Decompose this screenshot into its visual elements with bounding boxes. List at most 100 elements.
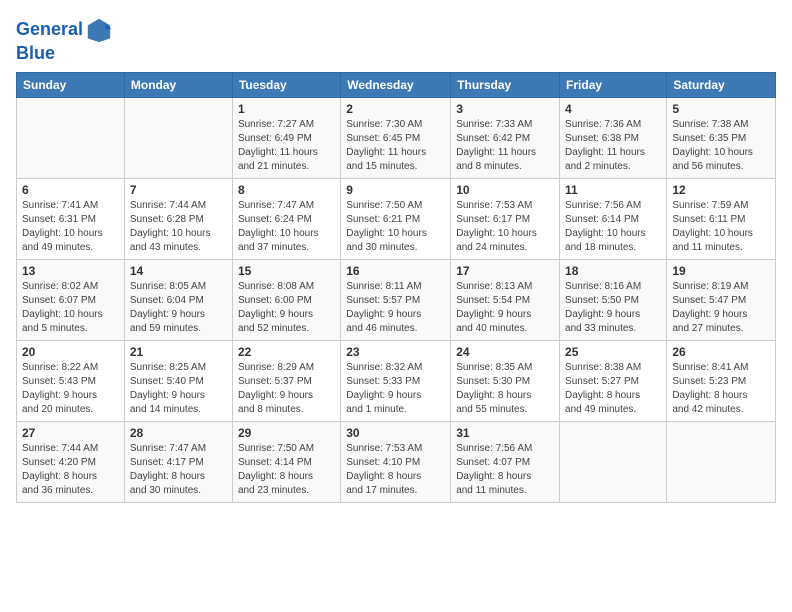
calendar-cell <box>667 421 776 502</box>
calendar-body: 1Sunrise: 7:27 AMSunset: 6:49 PMDaylight… <box>17 97 776 502</box>
calendar-cell: 11Sunrise: 7:56 AMSunset: 6:14 PMDayligh… <box>560 178 667 259</box>
calendar-cell: 24 Sunrise: 8:35 AMSunset: 5:30 PMDayligh… <box>451 340 560 421</box>
day-info: Sunrise: 7:36 AMSunset: 6:38 PMDaylight:… <box>565 118 661 174</box>
day-header-friday: Friday <box>560 72 667 97</box>
day-number: 7 <box>130 183 227 197</box>
day-info: Sunrise: 8:25 AMSunset: 5:40 PMDaylight:… <box>130 361 227 417</box>
day-number: 18 <box>565 264 661 278</box>
day-number: 24 <box>456 345 554 359</box>
day-info: Sunrise: 8:41 AMSunset: 5:23 PMDaylight:… <box>672 361 770 417</box>
week-row-0: 1Sunrise: 7:27 AMSunset: 6:49 PMDaylight… <box>17 97 776 178</box>
day-number: 13 <box>22 264 119 278</box>
day-info: Sunrise: 7:47 AMSunset: 4:17 PMDaylight:… <box>130 442 227 498</box>
day-number: 16 <box>346 264 445 278</box>
calendar-cell: 4 Sunrise: 7:36 AMSunset: 6:38 PMDaylight… <box>560 97 667 178</box>
calendar-cell: 10 Sunrise: 7:53 AMSunset: 6:17 PMDayligh… <box>451 178 560 259</box>
logo: GeneralBlue <box>16 16 113 64</box>
calendar-cell: 22Sunrise: 8:29 AMSunset: 5:37 PMDayligh… <box>232 340 340 421</box>
calendar-cell: 1Sunrise: 7:27 AMSunset: 6:49 PMDaylight… <box>232 97 340 178</box>
day-info: Sunrise: 7:44 AMSunset: 4:20 PMDaylight:… <box>22 442 119 498</box>
calendar-cell: 14Sunrise: 8:05 AMSunset: 6:04 PMDayligh… <box>124 259 232 340</box>
day-info: Sunrise: 7:56 AMSunset: 4:07 PMDaylight:… <box>456 442 554 498</box>
day-number: 12 <box>672 183 770 197</box>
calendar-cell: 29 Sunrise: 7:50 AMSunset: 4:14 PMDayligh… <box>232 421 340 502</box>
week-row-2: 13Sunrise: 8:02 AMSunset: 6:07 PMDayligh… <box>17 259 776 340</box>
day-header-monday: Monday <box>124 72 232 97</box>
calendar-cell: 30 Sunrise: 7:53 AMSunset: 4:10 PMDayligh… <box>341 421 451 502</box>
day-number: 17 <box>456 264 554 278</box>
header: GeneralBlue <box>16 16 776 64</box>
day-info: Sunrise: 7:59 AMSunset: 6:11 PMDaylight:… <box>672 199 770 255</box>
calendar-cell: 17 Sunrise: 8:13 AMSunset: 5:54 PMDayligh… <box>451 259 560 340</box>
day-number: 25 <box>565 345 661 359</box>
day-number: 4 <box>565 102 661 116</box>
day-info: Sunrise: 8:08 AMSunset: 6:00 PMDaylight:… <box>238 280 335 336</box>
calendar-cell: 15 Sunrise: 8:08 AMSunset: 6:00 PMDayligh… <box>232 259 340 340</box>
calendar-cell: 13Sunrise: 8:02 AMSunset: 6:07 PMDayligh… <box>17 259 125 340</box>
calendar-cell <box>124 97 232 178</box>
day-header-tuesday: Tuesday <box>232 72 340 97</box>
day-number: 2 <box>346 102 445 116</box>
day-number: 28 <box>130 426 227 440</box>
calendar-cell: 18Sunrise: 8:16 AMSunset: 5:50 PMDayligh… <box>560 259 667 340</box>
day-info: Sunrise: 7:30 AMSunset: 6:45 PMDaylight:… <box>346 118 445 174</box>
calendar-cell: 20 Sunrise: 8:22 AMSunset: 5:43 PMDayligh… <box>17 340 125 421</box>
day-header-sunday: Sunday <box>17 72 125 97</box>
day-number: 6 <box>22 183 119 197</box>
day-info: Sunrise: 8:29 AMSunset: 5:37 PMDaylight:… <box>238 361 335 417</box>
day-info: Sunrise: 8:35 AMSunset: 5:30 PMDaylight:… <box>456 361 554 417</box>
day-info: Sunrise: 8:05 AMSunset: 6:04 PMDaylight:… <box>130 280 227 336</box>
day-info: Sunrise: 8:38 AMSunset: 5:27 PMDaylight:… <box>565 361 661 417</box>
day-header-saturday: Saturday <box>667 72 776 97</box>
calendar-cell: 3Sunrise: 7:33 AMSunset: 6:42 PMDaylight… <box>451 97 560 178</box>
week-row-3: 20 Sunrise: 8:22 AMSunset: 5:43 PMDayligh… <box>17 340 776 421</box>
day-number: 15 <box>238 264 335 278</box>
day-info: Sunrise: 7:50 AMSunset: 4:14 PMDaylight:… <box>238 442 335 498</box>
day-number: 21 <box>130 345 227 359</box>
calendar-header-row: SundayMondayTuesdayWednesdayThursdayFrid… <box>17 72 776 97</box>
day-info: Sunrise: 8:32 AMSunset: 5:33 PMDaylight:… <box>346 361 445 417</box>
day-info: Sunrise: 7:53 AMSunset: 4:10 PMDaylight:… <box>346 442 445 498</box>
day-info: Sunrise: 7:47 AMSunset: 6:24 PMDaylight:… <box>238 199 335 255</box>
day-number: 30 <box>346 426 445 440</box>
day-info: Sunrise: 7:53 AMSunset: 6:17 PMDaylight:… <box>456 199 554 255</box>
calendar-cell: 5 Sunrise: 7:38 AMSunset: 6:35 PMDaylight… <box>667 97 776 178</box>
calendar-cell: 6 Sunrise: 7:41 AMSunset: 6:31 PMDaylight… <box>17 178 125 259</box>
day-number: 3 <box>456 102 554 116</box>
calendar-cell <box>17 97 125 178</box>
calendar-cell: 31 Sunrise: 7:56 AMSunset: 4:07 PMDayligh… <box>451 421 560 502</box>
logo-text: GeneralBlue <box>16 16 113 64</box>
logo-icon <box>85 16 113 44</box>
day-number: 10 <box>456 183 554 197</box>
day-info: Sunrise: 8:19 AMSunset: 5:47 PMDaylight:… <box>672 280 770 336</box>
day-info: Sunrise: 7:50 AMSunset: 6:21 PMDaylight:… <box>346 199 445 255</box>
calendar-cell: 12 Sunrise: 7:59 AMSunset: 6:11 PMDayligh… <box>667 178 776 259</box>
day-number: 26 <box>672 345 770 359</box>
calendar-cell: 27Sunrise: 7:44 AMSunset: 4:20 PMDayligh… <box>17 421 125 502</box>
calendar-cell: 2 Sunrise: 7:30 AMSunset: 6:45 PMDaylight… <box>341 97 451 178</box>
day-number: 31 <box>456 426 554 440</box>
day-header-wednesday: Wednesday <box>341 72 451 97</box>
day-number: 19 <box>672 264 770 278</box>
calendar-cell: 8Sunrise: 7:47 AMSunset: 6:24 PMDaylight… <box>232 178 340 259</box>
calendar-cell: 26 Sunrise: 8:41 AMSunset: 5:23 PMDayligh… <box>667 340 776 421</box>
calendar-cell: 23 Sunrise: 8:32 AMSunset: 5:33 PMDayligh… <box>341 340 451 421</box>
calendar-table: SundayMondayTuesdayWednesdayThursdayFrid… <box>16 72 776 503</box>
calendar-cell: 19 Sunrise: 8:19 AMSunset: 5:47 PMDayligh… <box>667 259 776 340</box>
week-row-1: 6 Sunrise: 7:41 AMSunset: 6:31 PMDaylight… <box>17 178 776 259</box>
day-info: Sunrise: 7:41 AMSunset: 6:31 PMDaylight:… <box>22 199 119 255</box>
day-info: Sunrise: 7:38 AMSunset: 6:35 PMDaylight:… <box>672 118 770 174</box>
day-info: Sunrise: 8:22 AMSunset: 5:43 PMDaylight:… <box>22 361 119 417</box>
calendar-cell: 9Sunrise: 7:50 AMSunset: 6:21 PMDaylight… <box>341 178 451 259</box>
calendar-cell: 28 Sunrise: 7:47 AMSunset: 4:17 PMDayligh… <box>124 421 232 502</box>
day-info: Sunrise: 7:44 AMSunset: 6:28 PMDaylight:… <box>130 199 227 255</box>
day-number: 23 <box>346 345 445 359</box>
calendar-cell: 16Sunrise: 8:11 AMSunset: 5:57 PMDayligh… <box>341 259 451 340</box>
day-number: 5 <box>672 102 770 116</box>
day-info: Sunrise: 8:13 AMSunset: 5:54 PMDaylight:… <box>456 280 554 336</box>
day-number: 1 <box>238 102 335 116</box>
calendar-cell: 25 Sunrise: 8:38 AMSunset: 5:27 PMDayligh… <box>560 340 667 421</box>
day-number: 20 <box>22 345 119 359</box>
day-number: 29 <box>238 426 335 440</box>
calendar-cell: 7 Sunrise: 7:44 AMSunset: 6:28 PMDaylight… <box>124 178 232 259</box>
